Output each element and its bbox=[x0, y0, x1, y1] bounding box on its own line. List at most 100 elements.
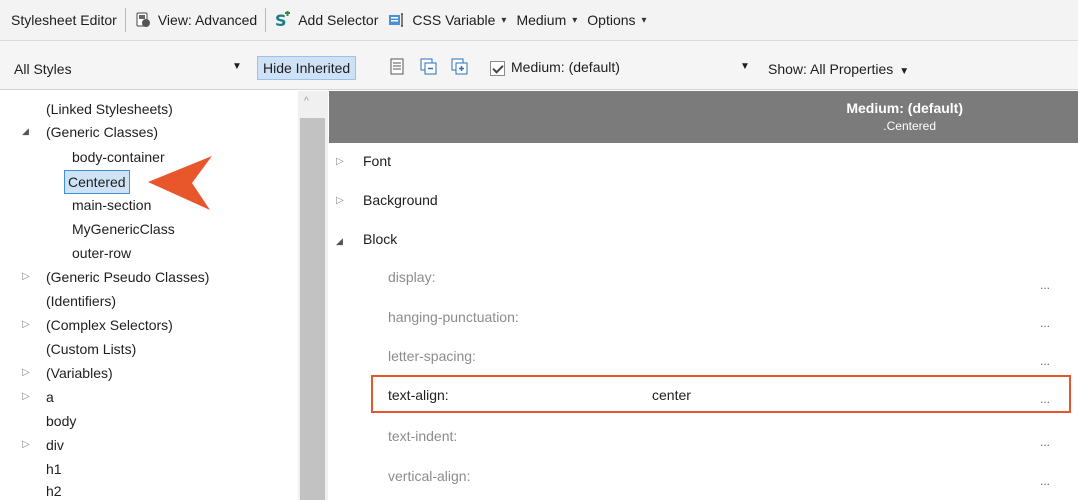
collapsed-triangle-icon[interactable]: ▷ bbox=[22, 319, 30, 330]
svg-text:S: S bbox=[275, 11, 287, 29]
property-ellipsis-button[interactable]: ... bbox=[1040, 354, 1050, 368]
property-vertical-align[interactable]: vertical-align: bbox=[388, 468, 470, 484]
tree-item-h1[interactable]: h1 bbox=[46, 458, 62, 482]
collapsed-triangle-icon[interactable]: ▷ bbox=[22, 271, 30, 282]
expand-all-icon[interactable] bbox=[450, 57, 470, 80]
view-icon bbox=[134, 11, 152, 29]
tree-item-variables[interactable]: (Variables) bbox=[46, 362, 113, 386]
chevron-down-icon: ▼ bbox=[899, 66, 910, 77]
scroll-up-icon[interactable]: ^ bbox=[304, 96, 309, 107]
property-ellipsis-button[interactable]: ... bbox=[1040, 316, 1050, 330]
tree-item-label: h2 bbox=[46, 483, 62, 499]
tree-item-label: main-section bbox=[72, 197, 152, 213]
css-variable-dropdown[interactable]: CSS Variable ▾ bbox=[383, 0, 511, 41]
styles-dropdown-value: All Styles bbox=[14, 61, 72, 77]
tree-item-centered[interactable]: Centered bbox=[64, 170, 130, 194]
group-font[interactable]: Font bbox=[363, 153, 391, 169]
property-ellipsis-button[interactable]: ... bbox=[1040, 392, 1050, 406]
tree-item-custom-lists[interactable]: (Custom Lists) bbox=[46, 338, 136, 362]
show-properties-dropdown[interactable]: Show: All Properties ▼ bbox=[768, 61, 909, 77]
chevron-down-icon[interactable]: ▼ bbox=[740, 61, 750, 72]
tree-item-label: outer-row bbox=[72, 245, 132, 261]
hide-inherited-toggle[interactable]: Hide Inherited bbox=[257, 56, 357, 80]
add-selector-button[interactable]: S Add Selector bbox=[269, 0, 383, 41]
chevron-down-icon[interactable]: ▼ bbox=[232, 61, 242, 72]
tree-item-generic-classes[interactable]: (Generic Classes) bbox=[46, 121, 158, 145]
view-advanced-button[interactable]: View: Advanced bbox=[129, 0, 262, 41]
tree-scrollbar-thumb[interactable] bbox=[300, 118, 325, 500]
tree-item-label: div bbox=[46, 437, 64, 453]
property-hanging-punctuation[interactable]: hanging-punctuation: bbox=[388, 309, 519, 325]
tree-item-main-section[interactable]: main-section bbox=[72, 194, 151, 218]
show-properties-value: Show: All Properties bbox=[768, 61, 894, 77]
property-text-align[interactable]: text-align: bbox=[388, 387, 449, 403]
view-advanced-label: View: Advanced bbox=[157, 12, 258, 28]
main-toolbar: Stylesheet Editor View: Advanced S Add S… bbox=[0, 0, 1078, 41]
collapsed-triangle-icon[interactable]: ▷ bbox=[336, 156, 344, 167]
chevron-down-icon: ▾ bbox=[641, 14, 647, 26]
group-block[interactable]: Block bbox=[363, 231, 397, 247]
css-variable-icon bbox=[388, 11, 406, 29]
property-name: text-align: bbox=[388, 387, 449, 403]
property-letter-spacing[interactable]: letter-spacing: bbox=[388, 348, 476, 364]
callout-arrow-icon bbox=[146, 152, 214, 217]
toolbar-separator bbox=[265, 8, 267, 32]
tree-item-identifiers[interactable]: (Identifiers) bbox=[46, 290, 116, 314]
property-text-indent[interactable]: text-indent: bbox=[388, 428, 457, 444]
medium-label: Medium bbox=[516, 12, 567, 28]
tree-item-a[interactable]: a bbox=[46, 386, 54, 410]
property-ellipsis-button[interactable]: ... bbox=[1040, 435, 1050, 449]
stylesheet-editor-label: Stylesheet Editor bbox=[11, 12, 117, 28]
collapsed-triangle-icon[interactable]: ▷ bbox=[22, 391, 30, 402]
tree-item-label: h1 bbox=[46, 461, 62, 477]
property-display[interactable]: display: bbox=[388, 269, 435, 285]
property-name: display: bbox=[388, 269, 436, 285]
tree-item-label: (Custom Lists) bbox=[46, 341, 137, 357]
property-value-text-align[interactable]: center bbox=[652, 387, 691, 403]
property-ellipsis-button[interactable]: ... bbox=[1040, 474, 1050, 488]
tree-item-label: (Linked Stylesheets) bbox=[46, 101, 173, 117]
tree-item-h2[interactable]: h2 bbox=[46, 480, 62, 500]
collapsed-triangle-icon[interactable]: ▷ bbox=[22, 439, 30, 450]
chevron-down-icon: ▾ bbox=[501, 14, 507, 26]
css-variable-label: CSS Variable bbox=[412, 12, 496, 28]
medium-checkbox-label: Medium: (default) bbox=[511, 59, 620, 75]
medium-checkbox[interactable]: Medium: (default) bbox=[490, 59, 620, 76]
medium-header-title: Medium: (default) bbox=[846, 100, 963, 116]
stylesheet-editor-title: Stylesheet Editor bbox=[6, 0, 122, 41]
tree-item-generic-pseudo-classes[interactable]: (Generic Pseudo Classes) bbox=[46, 266, 209, 290]
group-background[interactable]: Background bbox=[363, 192, 438, 208]
tree-item-mygenericclass[interactable]: MyGenericClass bbox=[72, 218, 175, 242]
medium-dropdown[interactable]: Medium ▾ bbox=[511, 0, 582, 41]
tree-item-label: (Identifiers) bbox=[46, 293, 117, 309]
tree-item-label: a bbox=[46, 389, 54, 405]
chevron-down-icon: ▾ bbox=[572, 14, 578, 26]
styles-dropdown[interactable]: All Styles bbox=[14, 61, 72, 77]
add-selector-icon: S bbox=[274, 11, 292, 30]
collapsed-triangle-icon[interactable]: ▷ bbox=[336, 195, 344, 206]
tree-item-label: (Generic Pseudo Classes) bbox=[46, 269, 210, 285]
tree-item-complex-selectors[interactable]: (Complex Selectors) bbox=[46, 314, 173, 338]
tree-item-label: body bbox=[46, 413, 77, 429]
tree-item-linked-stylesheets[interactable]: (Linked Stylesheets) bbox=[46, 98, 173, 122]
tree-item-label: (Generic Classes) bbox=[46, 124, 159, 140]
text-align-highlight bbox=[371, 375, 1071, 413]
expanded-triangle-icon[interactable]: ◢ bbox=[336, 236, 343, 247]
collapsed-triangle-icon[interactable]: ▷ bbox=[22, 367, 30, 378]
expanded-triangle-icon[interactable]: ◢ bbox=[22, 126, 29, 137]
options-dropdown[interactable]: Options ▾ bbox=[582, 0, 651, 41]
property-ellipsis-button[interactable]: ... bbox=[1040, 278, 1050, 292]
tree-item-div[interactable]: div bbox=[46, 434, 64, 458]
tree-item-label: Centered bbox=[68, 174, 126, 190]
document-view-icon[interactable] bbox=[388, 57, 408, 80]
collapse-all-icon[interactable] bbox=[419, 57, 439, 80]
hide-inherited-label: Hide Inherited bbox=[263, 60, 351, 76]
tree-item-label: MyGenericClass bbox=[72, 221, 175, 237]
selector-name: .Centered bbox=[883, 119, 936, 133]
medium-header: Medium: (default) .Centered bbox=[329, 91, 1078, 143]
tree-item-outer-row[interactable]: outer-row bbox=[72, 242, 131, 266]
options-label: Options bbox=[587, 12, 636, 28]
property-value: center bbox=[652, 387, 691, 403]
filter-toolbar: All Styles ▼ Hide Inherited Medium: (def… bbox=[0, 41, 1078, 90]
tree-item-body[interactable]: body bbox=[46, 410, 76, 434]
